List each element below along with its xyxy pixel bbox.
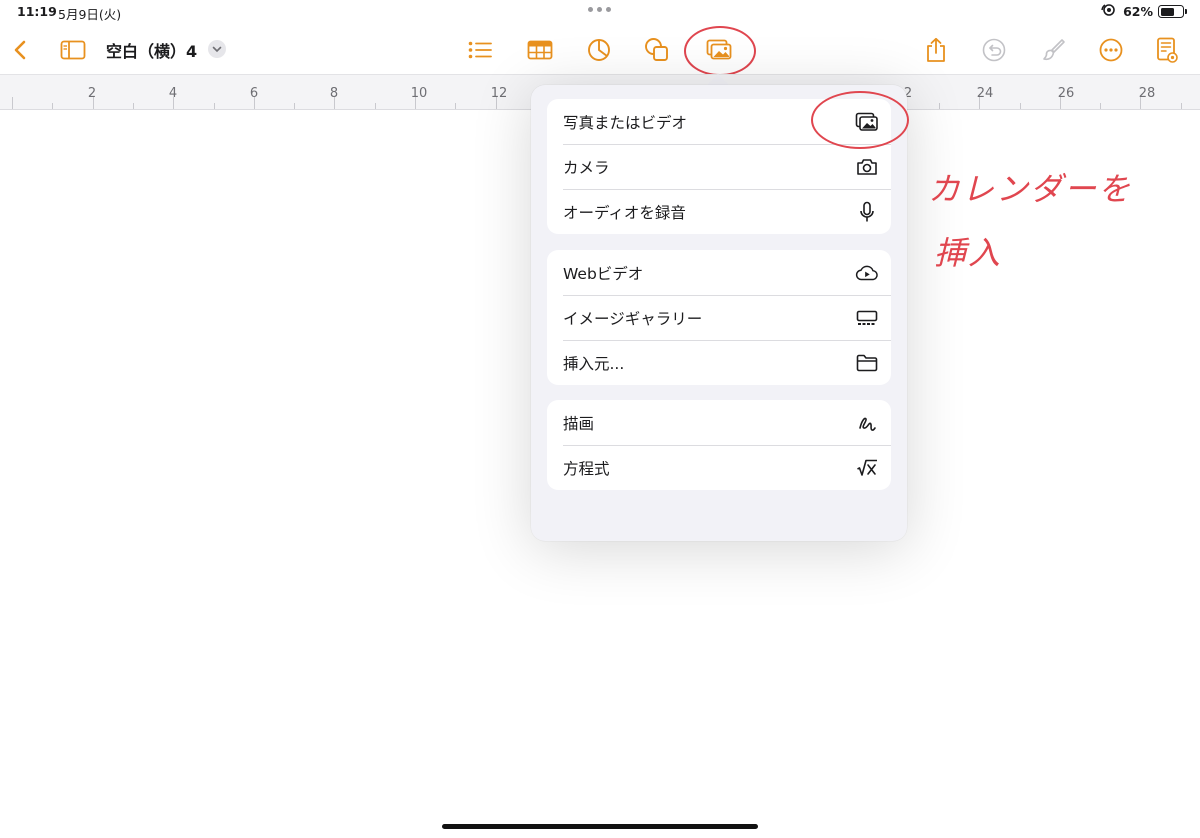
multitasking-dots[interactable]: [588, 7, 611, 12]
toolbar: 空白（横）4: [0, 24, 1200, 76]
ruler-label: 26: [1057, 86, 1075, 101]
menu-item-label: オーディオを録音: [563, 203, 686, 222]
media-insert-popover: 写真またはビデオ カメラ オーディオを録音 Webビデオ イメージギャラリー 挿…: [531, 85, 909, 541]
paintbrush-icon[interactable]: [1040, 36, 1068, 64]
menu-item-label: 挿入元...: [563, 354, 625, 373]
battery-icon: [1158, 5, 1187, 18]
photo-library-icon: [855, 110, 879, 134]
ruler-tick: [1100, 103, 1102, 109]
share-icon[interactable]: [922, 36, 950, 64]
sidebar-icon[interactable]: [59, 36, 87, 64]
ruler-label: 8: [329, 86, 339, 101]
image-gallery-icon: [855, 306, 879, 330]
status-time: 11:19: [17, 4, 57, 19]
back-chevron-icon[interactable]: [6, 36, 34, 64]
ruler-tick: [12, 97, 13, 109]
document-view-icon[interactable]: [1153, 36, 1181, 64]
camera-icon: [855, 155, 879, 179]
ruler-tick: [52, 103, 54, 109]
title-chevron-down-icon[interactable]: [208, 40, 226, 58]
menu-item-label: 写真またはビデオ: [563, 113, 688, 132]
ruler-tick: [132, 103, 134, 109]
ruler-label: 2: [87, 86, 97, 101]
ruler-tick: [294, 103, 296, 109]
menu-item-label: Webビデオ: [563, 264, 644, 283]
menu-item-drawing[interactable]: 描画: [547, 400, 891, 445]
more-icon[interactable]: [1097, 36, 1125, 64]
chart-icon[interactable]: [585, 36, 613, 64]
ruler-tick: [213, 103, 215, 109]
menu-item-camera[interactable]: カメラ: [547, 144, 891, 189]
list-icon[interactable]: [466, 36, 494, 64]
ruler-label: 24: [976, 86, 994, 101]
status-bar: 11:19 5月9日(火) 62%: [0, 0, 1200, 24]
ruler-tick: [1019, 103, 1021, 109]
home-indicator[interactable]: [442, 824, 758, 829]
ruler-tick: [374, 103, 376, 109]
microphone-icon: [855, 200, 879, 224]
ruler-label: 6: [249, 86, 259, 101]
status-date: 5月9日(火): [58, 7, 122, 22]
menu-item-equation[interactable]: 方程式: [547, 445, 891, 490]
menu-item-record-audio[interactable]: オーディオを録音: [547, 189, 891, 234]
drawing-icon: [855, 411, 879, 435]
shapes-icon[interactable]: [643, 36, 671, 64]
menu-item-image-gallery[interactable]: イメージギャラリー: [547, 295, 891, 340]
ruler-label: 4: [168, 86, 178, 101]
screen-lock-icon: [1100, 3, 1118, 20]
media-icon[interactable]: [705, 36, 733, 64]
table-icon[interactable]: [526, 36, 554, 64]
annotation-note-line2: 挿入: [934, 234, 1003, 272]
ruler-tick: [1180, 103, 1182, 109]
document-title[interactable]: 空白（横）4: [106, 38, 197, 62]
annotation-note-line1: カレンダーを: [928, 170, 1133, 208]
equation-icon: [855, 456, 879, 480]
folder-icon: [855, 351, 879, 375]
menu-item-label: 方程式: [563, 459, 610, 478]
ruler-label: 10: [410, 86, 428, 101]
web-video-icon: [855, 261, 879, 285]
battery-percentage: 62%: [1123, 4, 1153, 19]
undo-icon[interactable]: [980, 36, 1008, 64]
menu-item-label: 描画: [563, 414, 595, 433]
menu-item-insert-from[interactable]: 挿入元...: [547, 340, 891, 385]
ruler-label: 12: [490, 86, 508, 101]
ruler-tick: [455, 103, 457, 109]
menu-group-create: 描画 方程式: [547, 400, 891, 490]
menu-group-insert: Webビデオ イメージギャラリー 挿入元...: [547, 250, 891, 385]
ruler-tick: [938, 103, 940, 109]
ruler-label: 28: [1138, 86, 1156, 101]
menu-item-web-video[interactable]: Webビデオ: [547, 250, 891, 295]
menu-item-label: カメラ: [563, 158, 610, 177]
menu-group-capture: 写真またはビデオ カメラ オーディオを録音: [547, 99, 891, 234]
menu-item-label: イメージギャラリー: [563, 309, 703, 328]
menu-item-photo-or-video[interactable]: 写真またはビデオ: [547, 99, 891, 144]
